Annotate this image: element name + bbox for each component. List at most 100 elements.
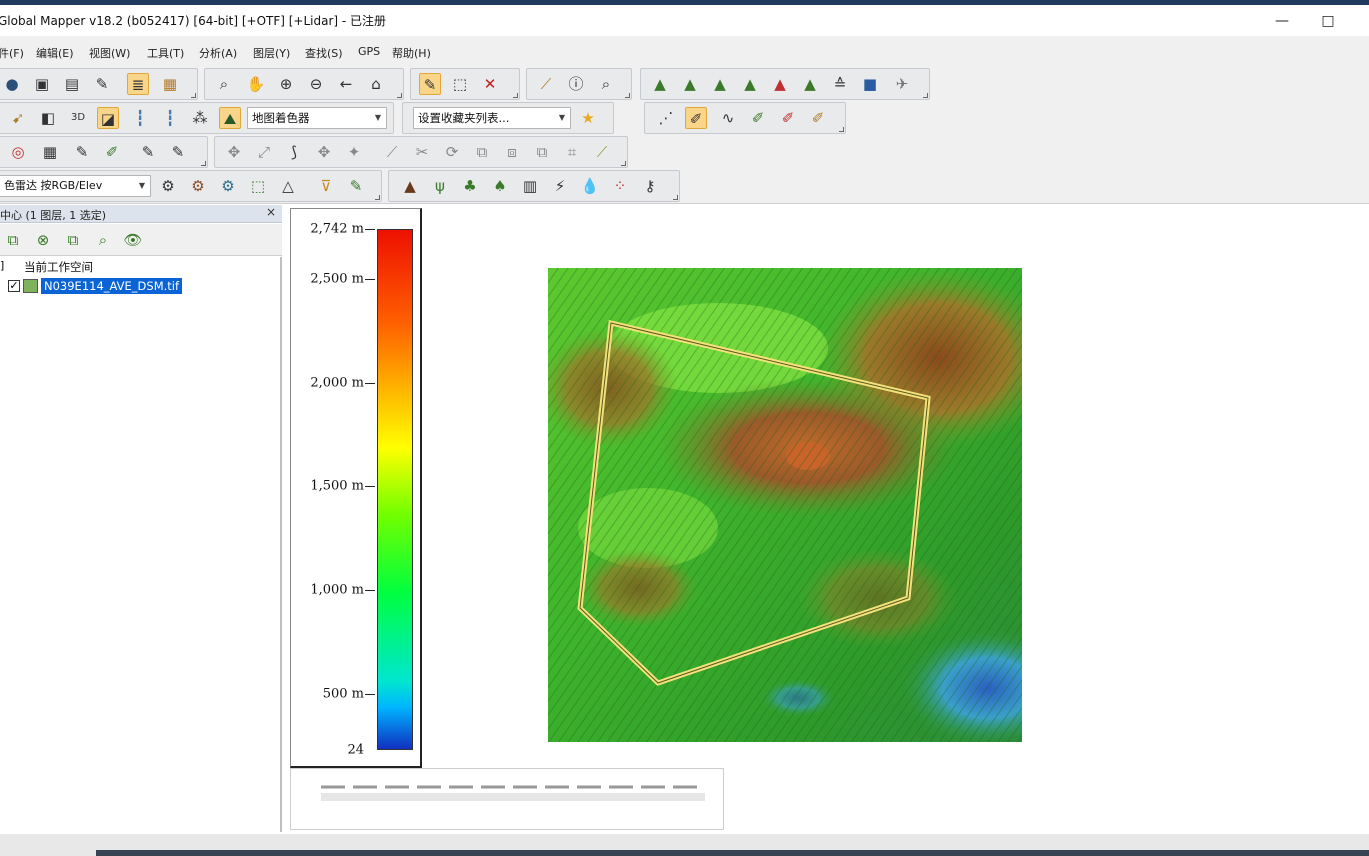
- merge-icon[interactable]: ⧉: [531, 141, 553, 163]
- contour-icon[interactable]: ▲: [679, 73, 701, 95]
- shader-select[interactable]: 地图着色器 ▼: [247, 107, 387, 129]
- map-view[interactable]: 2,742 m 2,500 m 2,000 m 1,500 m 1,000 m …: [284, 206, 1369, 834]
- blend-icon[interactable]: ◪: [97, 107, 119, 129]
- favorites-select[interactable]: 设置收藏夹列表... ▼: [413, 107, 571, 129]
- ground-icon[interactable]: ▲: [399, 175, 421, 197]
- layers-icon[interactable]: ≣: [127, 73, 149, 95]
- layer-name[interactable]: N039E114_AVE_DSM.tif: [41, 278, 183, 294]
- save-icon[interactable]: ▣: [31, 73, 53, 95]
- viewshed-icon[interactable]: ▲: [799, 73, 821, 95]
- raster-calc-icon[interactable]: ■: [859, 73, 881, 95]
- elevation-grid-icon[interactable]: ┇: [159, 107, 181, 129]
- shader-icon[interactable]: ⛰: [219, 107, 241, 129]
- layer-options-icon[interactable]: ⧉: [62, 229, 84, 251]
- map-icon[interactable]: ▦: [159, 73, 181, 95]
- elevation-icon[interactable]: ▲: [709, 73, 731, 95]
- delete-x-icon[interactable]: ✕: [479, 73, 501, 95]
- node-edit-icon[interactable]: ✐: [807, 107, 829, 129]
- rotate-icon[interactable]: ⟳: [441, 141, 463, 163]
- menu-edit[interactable]: 编辑(E): [36, 45, 74, 61]
- pen-icon[interactable]: ✎: [71, 141, 93, 163]
- 3d-view-icon[interactable]: 3D: [67, 107, 89, 129]
- show-layer-icon[interactable]: 👁: [122, 229, 144, 251]
- flight-icon[interactable]: ✈: [891, 73, 913, 95]
- layer-visibility-checkbox[interactable]: ✓: [8, 280, 20, 292]
- settings-gear-icon[interactable]: ⚙: [157, 175, 179, 197]
- back-arrow-icon[interactable]: ←: [335, 73, 357, 95]
- water-icon[interactable]: 💧: [579, 175, 601, 197]
- measure-line-icon[interactable]: ⟋: [591, 141, 613, 163]
- powerline-icon[interactable]: ⚡: [549, 175, 571, 197]
- menu-view[interactable]: 视图(W): [89, 45, 130, 61]
- scale-icon[interactable]: ⤢: [253, 141, 275, 163]
- star-icon[interactable]: ★: [577, 107, 599, 129]
- zoom-box-icon[interactable]: ⌕: [213, 73, 235, 95]
- menu-layer[interactable]: 图层(Y): [253, 45, 290, 61]
- move-vertex-icon[interactable]: ✥: [313, 141, 335, 163]
- profile-icon[interactable]: ≙: [829, 73, 851, 95]
- lidar-color-select[interactable]: 色雷达 按RGB/Elev ▼: [0, 175, 151, 197]
- shrub-icon[interactable]: ♣: [459, 175, 481, 197]
- line-pen-icon[interactable]: ✎: [137, 141, 159, 163]
- dem-raster[interactable]: [548, 268, 1022, 742]
- terrain-gear-icon[interactable]: ⚙: [187, 175, 209, 197]
- zoom-in-icon[interactable]: ⊕: [275, 73, 297, 95]
- remove-layer-icon[interactable]: ⊗: [32, 229, 54, 251]
- menu-tools[interactable]: 工具(T): [147, 45, 184, 61]
- grid-icon[interactable]: ▦: [39, 141, 61, 163]
- move-icon[interactable]: ✥: [223, 141, 245, 163]
- globe-icon[interactable]: ●: [1, 73, 23, 95]
- grid-select-icon[interactable]: ⬚: [247, 175, 269, 197]
- edit-pen-icon[interactable]: ✎: [167, 141, 189, 163]
- maximize-button[interactable]: □: [1308, 10, 1348, 32]
- window-icon[interactable]: ▤: [61, 73, 83, 95]
- fill-icon[interactable]: ✐: [101, 141, 123, 163]
- menu-search[interactable]: 查找(S): [305, 45, 343, 61]
- add-vertex-icon[interactable]: ✦: [343, 141, 365, 163]
- cut-icon[interactable]: ✂: [411, 141, 433, 163]
- close-icon[interactable]: ×: [266, 205, 276, 219]
- point-edit-icon[interactable]: ✐: [777, 107, 799, 129]
- volume-icon[interactable]: ▲: [739, 73, 761, 95]
- target-icon[interactable]: ◎: [7, 141, 29, 163]
- key-icon[interactable]: ⚷: [639, 175, 661, 197]
- draw-path-icon[interactable]: ✐: [685, 107, 707, 129]
- ruler-icon[interactable]: ⟋: [535, 73, 557, 95]
- triangle-icon[interactable]: △: [277, 175, 299, 197]
- terrain-3d-icon[interactable]: ▲: [649, 73, 671, 95]
- menu-gps[interactable]: GPS: [358, 45, 380, 58]
- copy-feature-icon[interactable]: ⧉: [471, 141, 493, 163]
- area-edit-icon[interactable]: ✐: [747, 107, 769, 129]
- smooth-line-icon[interactable]: ∿: [717, 107, 739, 129]
- digitize-pencil-icon[interactable]: ✎: [419, 73, 441, 95]
- building-icon[interactable]: ▥: [519, 175, 541, 197]
- watershed-icon[interactable]: ▲: [769, 73, 791, 95]
- menu-file[interactable]: 件(F): [0, 45, 24, 61]
- combine-icon[interactable]: ⧈: [501, 141, 523, 163]
- lidar-icon[interactable]: ┇: [129, 107, 151, 129]
- noise-icon[interactable]: ⁘: [609, 175, 631, 197]
- split-line-icon[interactable]: ⟋: [381, 141, 403, 163]
- zoom-out-icon[interactable]: ⊖: [305, 73, 327, 95]
- minimize-button[interactable]: —: [1262, 10, 1302, 32]
- home-icon[interactable]: ⌂: [365, 73, 387, 95]
- zoom-to-layer-icon[interactable]: ⌕: [92, 229, 114, 251]
- menu-help[interactable]: 帮助(H): [392, 45, 431, 61]
- info-icon[interactable]: ⓘ: [565, 73, 587, 95]
- select-box-icon[interactable]: ⬚: [449, 73, 471, 95]
- expand-icon[interactable]: ]: [0, 259, 4, 272]
- split-view-icon[interactable]: ◧: [37, 107, 59, 129]
- pan-hand-icon[interactable]: ✋: [245, 73, 267, 95]
- filter-icon[interactable]: ⊽: [315, 175, 337, 197]
- feature-search-icon[interactable]: ⌕: [595, 73, 617, 95]
- north-arrow-icon[interactable]: ➹: [7, 107, 29, 129]
- tree-icon[interactable]: ♠: [489, 175, 511, 197]
- add-layer-icon[interactable]: ⧉: [2, 229, 24, 251]
- draw-line-icon[interactable]: ⋰: [655, 107, 677, 129]
- classify-gear-icon[interactable]: ⚙: [217, 175, 239, 197]
- point-cloud-icon[interactable]: ⁂: [189, 107, 211, 129]
- menu-analysis[interactable]: 分析(A): [199, 45, 237, 61]
- wrench-icon[interactable]: ✎: [91, 73, 113, 95]
- reshape-icon[interactable]: ⟆: [283, 141, 305, 163]
- edit-attribute-icon[interactable]: ✎: [345, 175, 367, 197]
